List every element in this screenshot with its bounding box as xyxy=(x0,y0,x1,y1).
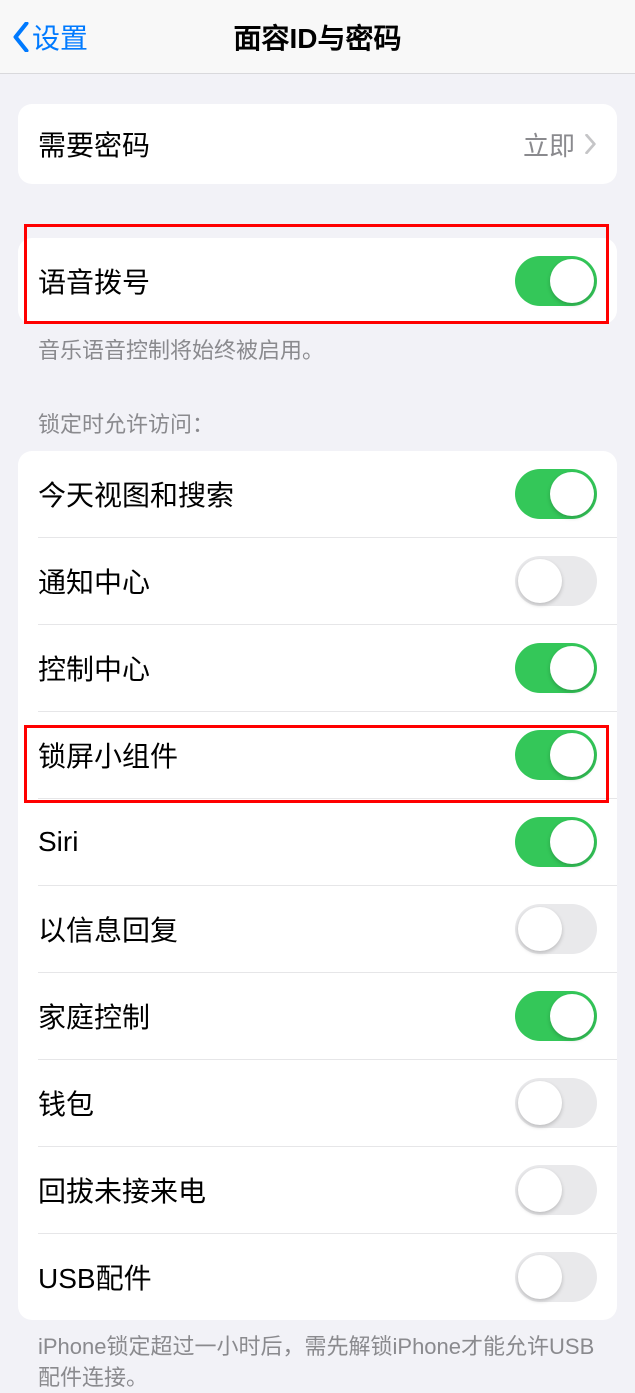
lock-access-toggle[interactable] xyxy=(515,556,597,606)
lock-access-toggle[interactable] xyxy=(515,730,597,780)
back-button[interactable]: 设置 xyxy=(12,17,88,57)
lock-access-toggle[interactable] xyxy=(515,991,597,1041)
lock-access-label: 锁屏小组件 xyxy=(38,735,178,775)
voice-dial-group: 语音拨号 xyxy=(18,238,617,324)
page-title: 面容ID与密码 xyxy=(233,17,401,57)
lock-access-label: 家庭控制 xyxy=(38,996,150,1036)
lock-access-label: Siri xyxy=(38,826,78,858)
lock-access-row: 锁屏小组件 xyxy=(38,711,617,798)
lock-access-label: 通知中心 xyxy=(38,561,150,601)
lock-access-toggle[interactable] xyxy=(515,1252,597,1302)
lock-access-row: Siri xyxy=(38,798,617,885)
chevron-right-icon xyxy=(585,134,597,154)
voice-dial-row: 语音拨号 xyxy=(18,238,617,324)
lock-access-toggle[interactable] xyxy=(515,904,597,954)
passcode-group: 需要密码 立即 xyxy=(18,104,617,184)
lock-access-row: 控制中心 xyxy=(38,624,617,711)
lock-access-header: 锁定时允许访问： xyxy=(18,367,617,451)
lock-access-label: USB配件 xyxy=(38,1257,152,1297)
lock-access-group: 今天视图和搜索通知中心控制中心锁屏小组件 Siri 以信息回复家庭控制钱包回拔未接来… xyxy=(18,451,617,1320)
lock-access-label: 今天视图和搜索 xyxy=(38,474,234,514)
back-label: 设置 xyxy=(32,17,88,57)
lock-access-label: 控制中心 xyxy=(38,648,150,688)
lock-access-row: 钱包 xyxy=(38,1059,617,1146)
lock-access-row: 通知中心 xyxy=(38,537,617,624)
lock-access-toggle[interactable] xyxy=(515,643,597,693)
navigation-bar: 设置 面容ID与密码 xyxy=(0,0,635,74)
voice-dial-toggle[interactable] xyxy=(515,256,597,306)
require-passcode-row[interactable]: 需要密码 立即 xyxy=(18,104,617,184)
lock-access-toggle[interactable] xyxy=(515,817,597,867)
require-passcode-label: 需要密码 xyxy=(38,124,150,164)
lock-access-label: 以信息回复 xyxy=(38,909,178,949)
lock-access-row: 家庭控制 xyxy=(38,972,617,1059)
require-passcode-value: 立即 xyxy=(523,126,597,163)
lock-access-toggle[interactable] xyxy=(515,469,597,519)
lock-access-row: 今天视图和搜索 xyxy=(18,451,617,537)
lock-access-row: 回拔未接来电 xyxy=(38,1146,617,1233)
lock-access-label: 钱包 xyxy=(38,1083,94,1123)
lock-access-toggle[interactable] xyxy=(515,1078,597,1128)
lock-access-row: USB配件 xyxy=(38,1233,617,1320)
usb-footer: iPhone锁定超过一小时后，需先解锁iPhone才能允许USB配件连接。 xyxy=(18,1320,617,1393)
lock-access-row: 以信息回复 xyxy=(38,885,617,972)
voice-dial-label: 语音拨号 xyxy=(38,261,150,301)
lock-access-label: 回拔未接来电 xyxy=(38,1170,206,1210)
voice-dial-footer: 音乐语音控制将始终被启用。 xyxy=(18,324,617,367)
chevron-left-icon xyxy=(12,22,30,52)
lock-access-toggle[interactable] xyxy=(515,1165,597,1215)
